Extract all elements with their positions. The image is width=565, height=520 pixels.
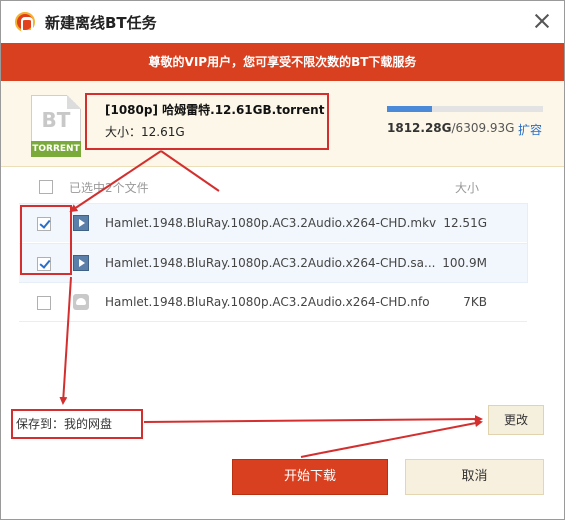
file-list-header: 已选中2个文件 大小 [19,171,527,203]
file-name: Hamlet.1948.BluRay.1080p.AC3.2Audio.x264… [105,256,436,270]
arrow-to-change-button [143,415,483,424]
title-bar[interactable]: 新建离线BT任务 [1,1,564,43]
save-location-label: 保存到：我的网盘 [11,409,143,439]
torrent-icon-letters: BT [41,108,71,132]
arrow-to-start-button [320,419,483,454]
change-location-button[interactable]: 更改 [488,405,544,435]
annotation-box-checkboxes [20,205,72,275]
annotation-box-filename [85,93,329,150]
close-icon[interactable] [532,11,552,31]
video-file-icon [73,215,89,231]
storage-quota-fill [387,106,432,112]
storage-quota-text: 1812.28G/6309.93G [387,121,514,135]
file-size: 12.51G [443,216,487,230]
file-checkbox[interactable] [37,296,51,310]
file-size: 100.9M [442,256,487,270]
torrent-file-icon: BT TORRENT [31,95,81,157]
file-row[interactable]: Hamlet.1948.BluRay.1080p.AC3.2Audio.x264… [19,282,527,321]
video-file-icon [73,255,89,271]
expand-storage-link[interactable]: 扩容 [518,121,542,138]
size-column-header: 大小 [455,181,480,195]
xunlei-logo-icon [15,12,35,32]
dialog-title: 新建离线BT任务 [45,14,157,32]
start-download-button[interactable]: 开始下载 [232,459,388,495]
list-divider [19,321,527,322]
cloud-file-icon [73,294,89,310]
file-size: 7KB [463,295,487,309]
selected-count-label: 已选中2个文件 [69,181,149,195]
page-fold-icon [67,95,81,109]
quota-total: /6309.93G [451,121,515,135]
new-bt-task-dialog: 新建离线BT任务 尊敬的VIP用户，您可享受不限次数的BT下载服务 BT TOR… [0,0,565,520]
quota-used: 1812.28G [387,121,452,135]
list-scroll-edge [527,203,528,283]
torrent-icon-tag: TORRENT [31,141,81,157]
file-name: Hamlet.1948.BluRay.1080p.AC3.2Audio.x264… [105,216,437,230]
storage-quota-bar [387,106,543,112]
vip-banner: 尊敬的VIP用户，您可享受不限次数的BT下载服务 [1,43,564,81]
file-row[interactable]: Hamlet.1948.BluRay.1080p.AC3.2Audio.x264… [19,203,527,242]
file-row[interactable]: Hamlet.1948.BluRay.1080p.AC3.2Audio.x264… [19,243,527,282]
torrent-info-panel: BT TORRENT [1080p] 哈姆雷特.12.61GB.torrent … [1,81,564,167]
arrow-tail-start [300,452,322,458]
select-all-checkbox[interactable] [39,180,53,194]
cancel-button[interactable]: 取消 [405,459,544,495]
file-name: Hamlet.1948.BluRay.1080p.AC3.2Audio.x264… [105,295,430,309]
